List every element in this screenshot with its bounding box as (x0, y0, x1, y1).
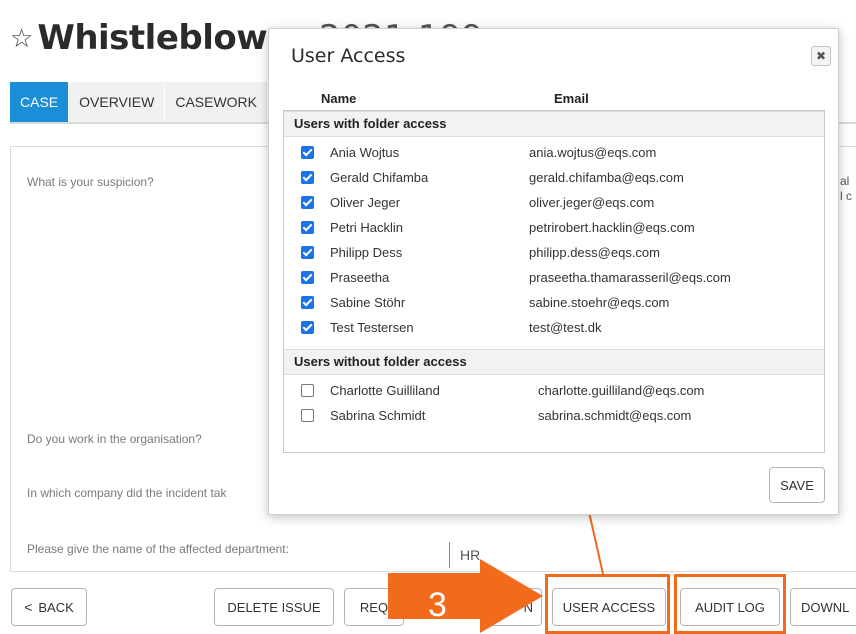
close-icon[interactable]: ✖ (811, 46, 831, 66)
user-row: Test Testersen test@test.dk (284, 315, 824, 340)
user-access-dialog: User Access ✖ Name Email Users with fold… (268, 28, 839, 515)
user-email: petrirobert.hacklin@eqs.com (529, 220, 695, 235)
user-email: test@test.dk (529, 320, 602, 335)
user-name: Oliver Jeger (330, 195, 401, 210)
user-row: Sabrina Schmidt sabrina.schmidt@eqs.com (284, 403, 824, 428)
section-without-access: Users without folder access (284, 349, 824, 375)
checkbox-icon[interactable] (301, 321, 314, 334)
checkbox-icon[interactable] (301, 409, 314, 422)
checkbox-icon[interactable] (301, 296, 314, 309)
section-with-access: Users with folder access (284, 111, 824, 137)
user-name: Ania Wojtus (330, 145, 400, 160)
column-email: Email (554, 91, 589, 106)
user-row: Charlotte Guilliland charlotte.guillilan… (284, 378, 824, 403)
user-email: gerald.chifamba@eqs.com (529, 170, 684, 185)
user-row: Sabine Stöhr sabine.stoehr@eqs.com (284, 290, 824, 315)
user-row: Philipp Dess philipp.dess@eqs.com (284, 240, 824, 265)
user-name: Sabrina Schmidt (330, 408, 426, 423)
user-list[interactable]: Users with folder access Ania Wojtus ani… (283, 110, 825, 453)
user-row: Oliver Jeger oliver.jeger@eqs.com (284, 190, 824, 215)
user-email: sabrina.schmidt@eqs.com (538, 408, 692, 423)
checkbox-icon[interactable] (301, 196, 314, 209)
checkbox-icon[interactable] (301, 146, 314, 159)
user-name: Gerald Chifamba (330, 170, 429, 185)
save-button[interactable]: SAVE (769, 467, 825, 503)
user-email: sabine.stoehr@eqs.com (529, 295, 670, 310)
user-row: Praseetha praseetha.thamarasseril@eqs.co… (284, 265, 824, 290)
checkbox-icon[interactable] (301, 221, 314, 234)
user-row: Petri Hacklin petrirobert.hacklin@eqs.co… (284, 215, 824, 240)
checkbox-icon[interactable] (301, 384, 314, 397)
user-name: Petri Hacklin (330, 220, 403, 235)
user-name: Philipp Dess (330, 245, 403, 260)
user-email: philipp.dess@eqs.com (529, 245, 660, 260)
column-name: Name (321, 91, 357, 106)
dialog-title: User Access (291, 45, 406, 67)
user-email: praseetha.thamarasseril@eqs.com (529, 270, 731, 285)
user-row: Gerald Chifamba gerald.chifamba@eqs.com (284, 165, 824, 190)
checkbox-icon[interactable] (301, 171, 314, 184)
checkbox-icon[interactable] (301, 246, 314, 259)
user-email: oliver.jeger@eqs.com (529, 195, 655, 210)
user-name: Test Testersen (330, 320, 414, 335)
user-row: Ania Wojtus ania.wojtus@eqs.com (284, 140, 824, 165)
user-name: Sabine Stöhr (330, 295, 406, 310)
user-email: charlotte.guilliland@eqs.com (538, 383, 705, 398)
user-email: ania.wojtus@eqs.com (529, 145, 657, 160)
user-name: Charlotte Guilliland (330, 383, 440, 398)
user-name: Praseetha (330, 270, 390, 285)
checkbox-icon[interactable] (301, 271, 314, 284)
